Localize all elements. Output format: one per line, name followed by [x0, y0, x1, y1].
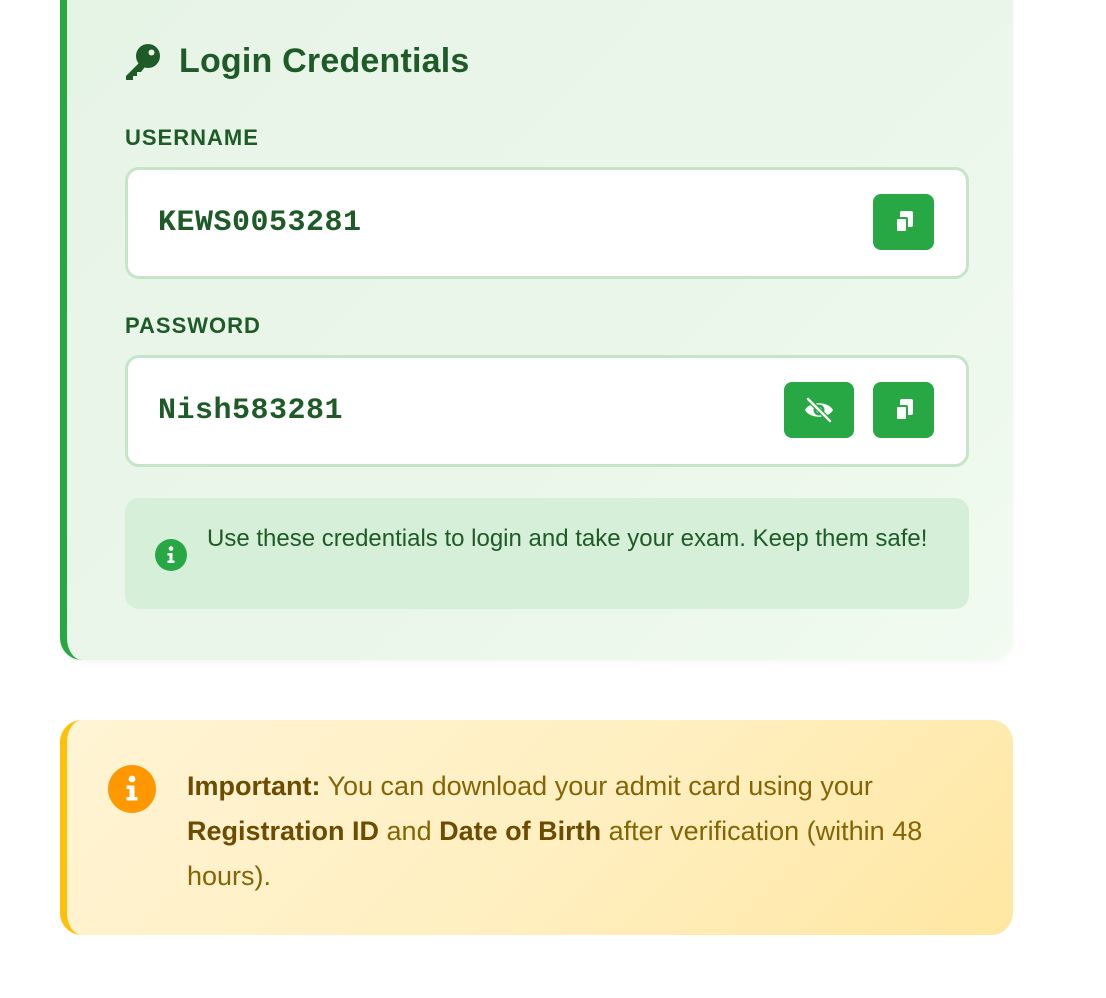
- copy-icon: [894, 399, 913, 421]
- card-title: Login Credentials: [179, 42, 470, 80]
- page: Login Credentials USERNAME KEWS0053281 P…: [0, 0, 1106, 998]
- password-label: PASSWORD: [125, 313, 261, 338]
- important-notice: Important: You can download your admit c…: [60, 720, 1013, 935]
- date-of-birth-term: Date of Birth: [439, 816, 602, 846]
- username-field[interactable]: KEWS0053281: [125, 167, 969, 279]
- login-credentials-card: Login Credentials USERNAME KEWS0053281 P…: [60, 0, 1013, 660]
- note-text: Use these credentials to login and take …: [207, 525, 928, 552]
- username-label: USERNAME: [125, 125, 259, 150]
- key-icon: [126, 43, 160, 80]
- toggle-password-visibility-button[interactable]: [784, 382, 854, 438]
- card-header: Login Credentials: [123, 42, 470, 81]
- info-circle-icon: [155, 539, 187, 571]
- credentials-info-note: Use these credentials to login and take …: [125, 498, 969, 609]
- notice-text-part-2: and: [379, 816, 440, 846]
- eye-slash-icon: [805, 397, 833, 423]
- copy-username-button[interactable]: [873, 194, 934, 250]
- registration-id-term: Registration ID: [187, 816, 380, 846]
- copy-icon: [894, 211, 913, 233]
- notice-text-part-1: You can download your admit card using y…: [320, 771, 873, 801]
- password-value[interactable]: Nish583281: [158, 358, 343, 464]
- info-circle-icon: [108, 765, 156, 813]
- notice-lead: Important:: [187, 771, 321, 801]
- username-value[interactable]: KEWS0053281: [158, 170, 362, 276]
- copy-password-button[interactable]: [873, 382, 934, 438]
- password-field[interactable]: Nish583281: [125, 355, 969, 467]
- notice-text: Important: You can download your admit c…: [187, 764, 977, 899]
